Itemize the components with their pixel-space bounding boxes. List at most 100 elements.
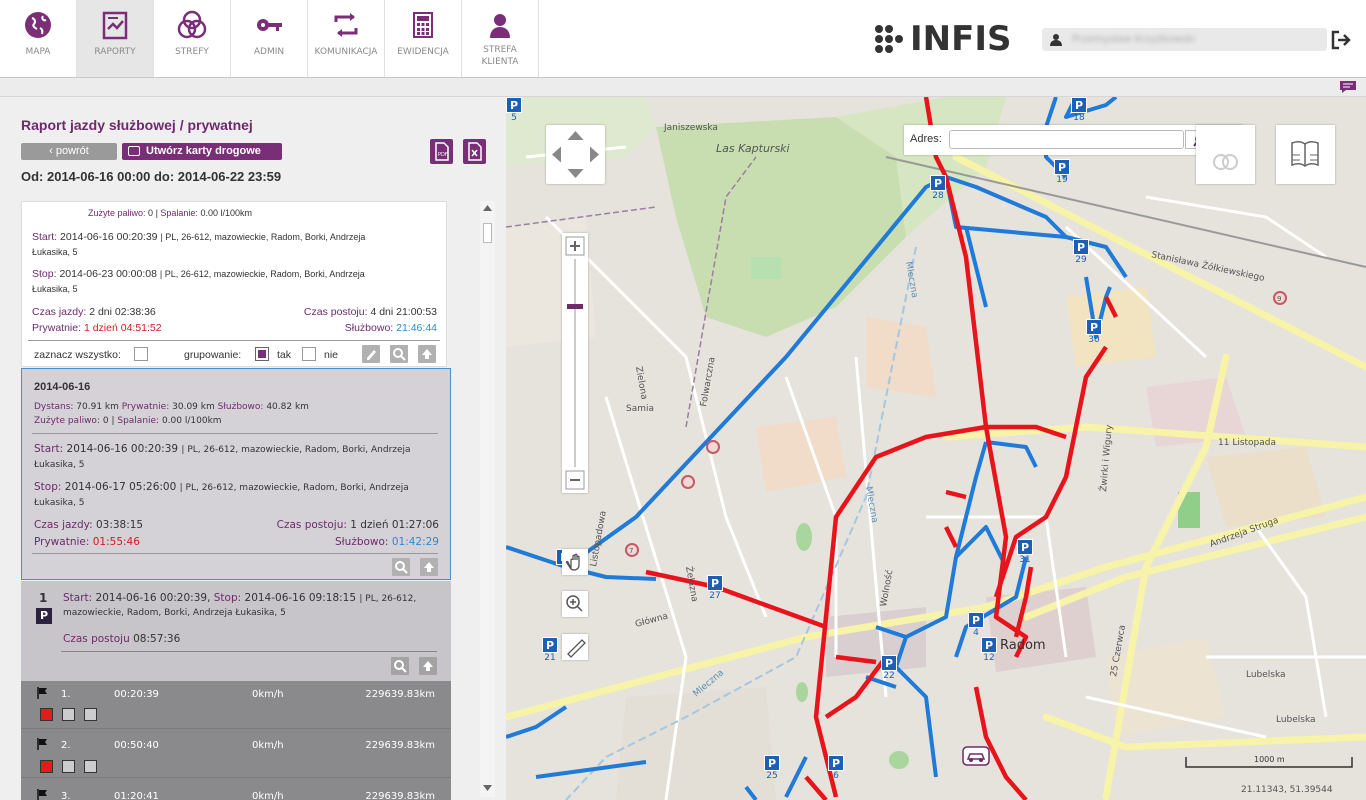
pan-control[interactable] [546, 125, 605, 184]
scroll-up-icon[interactable] [483, 205, 492, 211]
parking-marker-label: 21 [544, 653, 556, 663]
day-date: 2014-06-16 [34, 381, 91, 393]
parking-marker[interactable]: P6 [828, 755, 844, 783]
park-value: 4 dni 21:00:53 [370, 306, 437, 318]
chat-icon[interactable] [1338, 80, 1358, 94]
start-value: 2014-06-16 00:20:39 [60, 231, 158, 243]
parking-marker[interactable]: P 28 [930, 175, 946, 203]
collapse-button[interactable] [419, 657, 437, 675]
nav-item-zones[interactable]: STREFY [154, 0, 231, 77]
nav-item-records[interactable]: EWIDENCJA [385, 0, 462, 77]
day-card[interactable]: 2014-06-16 Dystans: 70.91 km Prywatnie: … [21, 368, 451, 580]
nav-item-communication[interactable]: KOMUNIKACJA [308, 0, 385, 77]
search-button[interactable] [391, 657, 409, 675]
nav-item-client-zone[interactable]: STREFA KLIENTA [462, 0, 539, 77]
address-input[interactable] [949, 130, 1184, 149]
parking-marker[interactable]: P 21 [542, 637, 558, 665]
collapse-button[interactable] [420, 558, 438, 576]
back-button[interactable]: ‹ powrót [21, 143, 117, 160]
stop-label: Stop: [34, 481, 62, 493]
parking-marker[interactable]: P 30 [1086, 319, 1102, 347]
user-box[interactable]: Przemysław Krzyżkowski [1042, 28, 1327, 51]
scrollbar-thumb[interactable] [483, 223, 492, 243]
divider [28, 340, 440, 341]
parking-marker[interactable]: P 29 [1073, 239, 1089, 267]
other-toggle[interactable] [84, 760, 97, 773]
stop-address-line2: Łukasika, 5 [32, 284, 78, 294]
parking-marker[interactable]: P 25 [764, 755, 780, 783]
select-all-checkbox[interactable] [134, 347, 148, 361]
vertical-scrollbar[interactable] [480, 201, 495, 797]
nav-item-map[interactable]: MAPA [0, 0, 77, 77]
create-cards-button[interactable]: Utwórz karty drogowe [122, 143, 282, 160]
private-toggle[interactable] [40, 708, 53, 721]
measure-button[interactable] [562, 634, 588, 660]
row-odometer: 229639.83km [365, 740, 435, 751]
grouping-yes-checkbox[interactable] [255, 347, 269, 361]
list-item[interactable]: 3. 01:20:41 0km/h 229639.83km [21, 779, 451, 800]
zoom-box-button[interactable] [562, 591, 588, 617]
zoom-slider[interactable] [562, 233, 588, 493]
search-button[interactable] [392, 558, 410, 576]
parking-icon: P [968, 612, 984, 628]
park-label: Czas postoju: [276, 519, 347, 531]
nav-item-reports[interactable]: RAPORTY [77, 0, 154, 77]
flag-icon [37, 738, 47, 750]
nav-label: RAPORTY [94, 47, 136, 57]
private-label: Prywatnie: [32, 322, 82, 334]
zones-icon [1213, 154, 1238, 170]
nav-item-admin[interactable]: ADMIN [231, 0, 308, 77]
export-pdf-button[interactable]: PDF [430, 139, 453, 164]
logout-icon[interactable] [1330, 29, 1352, 51]
report-scroll-area[interactable]: Zużyte paliwo: 0 | Spalanie: 0.00 l/100k… [21, 201, 476, 800]
summary-start: Start: 2014-06-16 00:20:39 | PL, 26-612,… [32, 231, 366, 243]
search-button[interactable] [390, 345, 408, 363]
parking-icon: P [542, 637, 558, 653]
parking-marker[interactable]: P 18 [1071, 97, 1087, 125]
other-toggle[interactable] [84, 708, 97, 721]
start-address-line2: Łukasika, 5 [34, 460, 85, 470]
zones-layer-button[interactable] [1196, 125, 1255, 184]
stop-address-line2: Łukasika, 5 [34, 498, 85, 508]
arrow-up-icon [424, 562, 434, 572]
start-value: 2014-06-16 00:20:39, [95, 592, 211, 604]
nav-label: STREFA KLIENTA [481, 45, 519, 67]
svg-text:Samia: Samia [626, 404, 654, 414]
grouping-no-checkbox[interactable] [302, 347, 316, 361]
parking-marker[interactable]: P4 [968, 612, 984, 640]
export-xls-button[interactable] [463, 139, 486, 164]
report-icon [102, 11, 128, 40]
private-toggle[interactable] [40, 760, 53, 773]
parking-marker[interactable]: P5 [506, 97, 522, 125]
parking-marker-label: 5 [511, 113, 517, 123]
list-item[interactable]: 2. 00:50:40 0km/h 229639.83km [21, 730, 451, 778]
grouping-label: grupowanie: [184, 349, 242, 361]
map-layers-button[interactable] [1276, 125, 1335, 184]
exchange-icon [334, 13, 358, 37]
parking-marker[interactable]: P 31 [1017, 539, 1033, 567]
business-toggle[interactable] [62, 760, 75, 773]
stop-entry[interactable]: 1 P Start: 2014-06-16 00:20:39, Stop: 20… [21, 581, 451, 681]
collapse-button[interactable] [418, 345, 436, 363]
parking-marker-label: 12 [983, 653, 995, 663]
user-icon [1050, 34, 1062, 46]
fuel-label: Zużyte paliwo: [34, 416, 100, 426]
private-distance-label: Prywatnie: [121, 402, 170, 412]
summary-fuel: Zużyte paliwo: 0 | Spalanie: 0.00 l/100k… [88, 208, 252, 218]
business-value: 21:46:44 [396, 322, 437, 334]
parking-marker[interactable]: P 19 [1054, 159, 1070, 187]
parking-marker[interactable]: P 22 [881, 655, 897, 683]
start-address: PL, 26-612, mazowieckie, Radom, Borki, A… [165, 232, 366, 242]
row-number: 1. [61, 689, 71, 700]
logo-text: INFIS [910, 19, 1012, 59]
parking-marker[interactable]: P 12 [981, 637, 997, 665]
pan-tool-button[interactable] [562, 549, 588, 575]
scroll-down-icon[interactable] [483, 785, 492, 791]
summary-card: Zużyte paliwo: 0 | Spalanie: 0.00 l/100k… [21, 201, 447, 367]
parking-marker[interactable]: P 27 [707, 575, 723, 603]
business-toggle[interactable] [62, 708, 75, 721]
map-view[interactable]: 9 7 Las Kapturski Janiszewska Stanisława… [506, 97, 1366, 800]
edit-button[interactable] [362, 345, 380, 363]
list-item[interactable]: 1. 00:20:39 0km/h 229639.83km [21, 681, 451, 729]
arrow-up-icon [423, 661, 433, 671]
